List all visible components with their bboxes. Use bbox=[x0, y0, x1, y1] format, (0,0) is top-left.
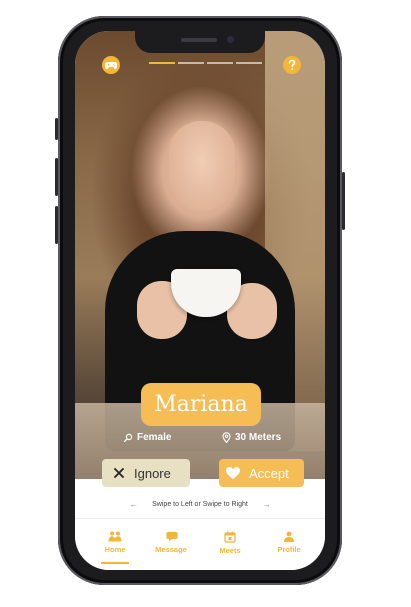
gender-info: Female bbox=[123, 432, 171, 443]
heart-icon bbox=[226, 467, 240, 479]
notch-speaker bbox=[181, 38, 217, 42]
ignore-button[interactable]: Ignore bbox=[102, 459, 190, 487]
calendar-icon bbox=[224, 531, 236, 543]
phone-notch bbox=[135, 31, 265, 53]
nav-item-message[interactable]: Message bbox=[151, 531, 191, 554]
nav-active-indicator bbox=[101, 562, 129, 564]
couple-icon bbox=[108, 531, 122, 542]
profile-name-badge: Mariana bbox=[141, 383, 261, 426]
nav-label-message: Message bbox=[155, 545, 187, 554]
help-icon bbox=[288, 59, 296, 70]
gender-text: Female bbox=[137, 432, 172, 443]
story-progress-4 bbox=[236, 62, 262, 64]
distance-text: 30 Meters bbox=[235, 432, 282, 443]
nav-label-home: Home bbox=[104, 545, 126, 554]
nav-item-home[interactable]: Home bbox=[95, 531, 135, 554]
arrow-right-icon: → bbox=[261, 499, 271, 509]
help-button[interactable] bbox=[283, 56, 301, 74]
ignore-label: Ignore bbox=[134, 465, 171, 481]
close-icon bbox=[114, 468, 124, 478]
person-icon bbox=[284, 531, 294, 542]
nav-item-meets[interactable]: Meets bbox=[210, 531, 250, 555]
game-controller-button[interactable] bbox=[102, 56, 120, 74]
nav-label-profile: Profile bbox=[277, 545, 301, 554]
nav-divider bbox=[75, 518, 325, 519]
story-progress-3 bbox=[207, 62, 233, 64]
nav-label-meets: Meets bbox=[219, 546, 241, 555]
phone-side-button bbox=[55, 118, 58, 140]
story-progress-2 bbox=[178, 62, 204, 64]
notch-camera bbox=[227, 36, 234, 43]
phone-volume-up bbox=[55, 158, 58, 196]
bottom-panel bbox=[75, 479, 325, 570]
story-progress-1 bbox=[149, 62, 175, 64]
gender-icon bbox=[123, 433, 133, 442]
photo-face bbox=[169, 121, 235, 211]
distance-info: 30 Meters bbox=[222, 432, 281, 443]
game-controller-icon bbox=[105, 61, 117, 69]
swipe-hint-text: Swipe to Left or Swipe to Right bbox=[152, 500, 248, 508]
location-pin-icon bbox=[222, 432, 231, 443]
accept-button[interactable]: Accept bbox=[219, 459, 304, 487]
swipe-hint: ← Swipe to Left or Swipe to Right → bbox=[75, 499, 325, 509]
nav-item-profile[interactable]: Profile bbox=[269, 531, 309, 554]
app-screen: Mariana Female 30 Meters Ignore Accept ←… bbox=[75, 31, 325, 570]
phone-power-button bbox=[342, 172, 345, 230]
chat-icon bbox=[166, 532, 177, 542]
phone-volume-down bbox=[55, 206, 58, 244]
accept-label: Accept bbox=[249, 465, 289, 481]
arrow-left-icon: ← bbox=[129, 499, 139, 509]
